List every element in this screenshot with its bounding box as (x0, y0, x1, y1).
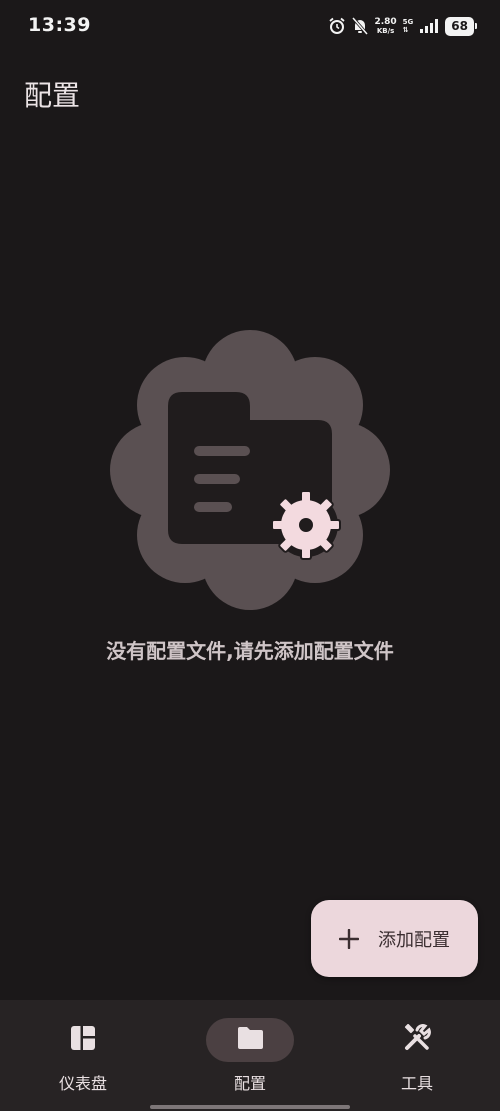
nav-dashboard-label: 仪表盘 (58, 1074, 107, 1093)
data-arrows-icon: ⇅ (402, 26, 409, 34)
home-indicator[interactable] (150, 1105, 350, 1109)
empty-state-message: 没有配置文件,请先添加配置文件 (106, 639, 394, 663)
plus-icon (339, 928, 359, 949)
status-time: 13:39 (28, 14, 91, 36)
net-speed-unit: KB/s (376, 26, 395, 35)
nav-config-label: 配置 (233, 1074, 266, 1093)
add-config-label: 添加配置 (378, 929, 450, 951)
status-bar: 13:39 2.80 KB/s 5G ⇅ 68 (0, 0, 500, 52)
network-type: 5G ⇅ (403, 18, 414, 34)
folder-icon (236, 1026, 264, 1054)
nav-dashboard-pill (39, 1018, 127, 1062)
tools-icon (403, 1023, 431, 1056)
nav-tools-label: 工具 (400, 1074, 433, 1093)
battery-indicator: 68 (445, 16, 477, 36)
nav-item-tools[interactable]: 工具 (357, 1018, 477, 1098)
net-speed-value: 2.80 (374, 16, 397, 27)
net-speed: 2.80 KB/s (374, 16, 397, 35)
nav-item-dashboard[interactable]: 仪表盘 (23, 1018, 143, 1098)
nav-tools-pill (373, 1018, 461, 1062)
folder-settings-icon (110, 330, 390, 610)
signal-icon (419, 19, 439, 33)
bottom-nav: 仪表盘 配置 工具 (0, 1000, 500, 1111)
status-icons: 2.80 KB/s 5G ⇅ 68 (328, 14, 477, 38)
nav-item-config[interactable]: 配置 (190, 1018, 310, 1098)
nav-config-pill (206, 1018, 294, 1062)
network-label: 5G (402, 18, 414, 26)
page-title: 配置 (24, 79, 81, 112)
mute-bell-icon (352, 17, 369, 35)
add-config-button[interactable]: 添加配置 (311, 900, 478, 977)
alarm-icon (328, 17, 346, 35)
dashboard-icon (70, 1025, 96, 1055)
screen: 13:39 2.80 KB/s 5G ⇅ 68 配置 没有配置文件,请先添加配置… (0, 0, 500, 1111)
